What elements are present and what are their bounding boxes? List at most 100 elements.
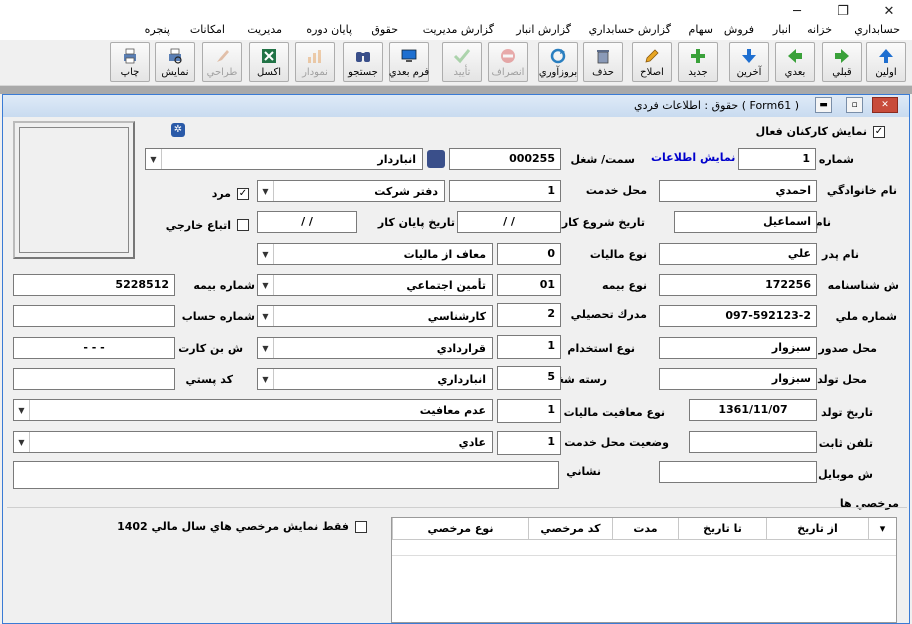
chevron-down-icon[interactable]: ▼	[258, 181, 274, 201]
issue-place-field[interactable]: سبزوار	[659, 337, 817, 359]
leaves-grid[interactable]: ▾ از تاريخ تا تاريخ مدت كد مرخصي نوع مرخ…	[391, 517, 897, 623]
account-field[interactable]	[13, 305, 175, 327]
start-date-field[interactable]: / /	[457, 211, 561, 233]
leaves-filter-checkbox[interactable]	[355, 521, 367, 533]
column-to-date[interactable]: تا تاريخ	[678, 518, 766, 540]
previous-button[interactable]: قبلي	[822, 42, 862, 82]
degree-code-field[interactable]: 2	[497, 303, 561, 327]
menu-management-reports[interactable]: گزارش مديريت	[423, 23, 494, 36]
column-leave-type[interactable]: نوع مرخصي	[392, 518, 528, 540]
menu-accounting[interactable]: حسابداري	[854, 23, 900, 36]
number-field[interactable]: 1	[738, 148, 816, 170]
edit-button[interactable]: اصلاح	[632, 42, 672, 82]
last-button[interactable]: آخرين	[729, 42, 769, 82]
column-from-date[interactable]: از تاريخ	[766, 518, 868, 540]
insurance-type-code-field[interactable]: 01	[497, 274, 561, 296]
position-code-field[interactable]: 000255	[449, 148, 561, 170]
employment-combo[interactable]: قراردادي ▼	[257, 337, 493, 359]
new-button[interactable]: جديد	[678, 42, 718, 82]
binoculars-icon[interactable]	[427, 150, 445, 168]
confirm-button[interactable]: تأييد	[442, 42, 482, 82]
voucher-field[interactable]: - - -	[13, 337, 175, 359]
foreign-checkbox[interactable]	[237, 219, 249, 231]
form-minimize-button[interactable]: ▬	[815, 97, 832, 113]
birth-place-label: محل تولد	[817, 373, 867, 386]
refresh-button[interactable]: بروزآوري	[538, 42, 578, 82]
photo-frame[interactable]	[13, 121, 135, 259]
work-status-combo[interactable]: عادي ▼	[13, 431, 493, 453]
chevron-down-icon[interactable]: ▼	[258, 244, 274, 264]
form-close-button[interactable]: ✕	[872, 97, 898, 113]
menu-management[interactable]: مديريت	[247, 23, 282, 36]
menu-shares[interactable]: سهام	[689, 23, 713, 36]
column-leave-code[interactable]: كد مرخصي	[528, 518, 612, 540]
chevron-down-icon[interactable]: ▼	[258, 306, 274, 326]
position-name-combo[interactable]: انباردار ▼	[145, 148, 423, 170]
chevron-down-icon[interactable]: ▼	[258, 369, 274, 389]
tax-exempt-combo[interactable]: عدم معافيت ▼	[13, 399, 493, 421]
show-active-checkbox[interactable]: ✓	[873, 126, 885, 138]
id-number-field[interactable]: 172256	[659, 274, 817, 296]
workplace-name-combo[interactable]: دفتر شركت ▼	[257, 180, 445, 202]
birth-date-field[interactable]: 1361/11/07	[689, 399, 817, 421]
menu-warehouse[interactable]: انبار	[773, 23, 791, 36]
last-label: آخرين	[736, 67, 762, 78]
delete-button[interactable]: حذف	[583, 42, 623, 82]
menu-window[interactable]: پنجره	[145, 23, 170, 36]
father-field[interactable]: علي	[659, 243, 817, 265]
address-field[interactable]	[13, 461, 559, 489]
form-restore-button[interactable]: ▫	[846, 97, 863, 113]
menu-sales[interactable]: فروش	[724, 23, 754, 36]
grid-menu-icon[interactable]: ▾	[868, 518, 896, 540]
name-field[interactable]: اسماعيل	[674, 211, 817, 233]
minimize-button[interactable]: ─	[774, 0, 820, 22]
print-button[interactable]: چاپ	[110, 42, 150, 82]
restore-button[interactable]: ❐	[820, 0, 866, 22]
tax-exempt-code-field[interactable]: 1	[497, 399, 561, 423]
cancel-button[interactable]: انصراف	[488, 42, 528, 82]
excel-button[interactable]: اكسل	[249, 42, 289, 82]
family-field[interactable]: احمدي	[659, 180, 817, 202]
settings-icon[interactable]: ✲	[171, 123, 185, 137]
chevron-down-icon[interactable]: ▼	[146, 149, 162, 169]
checkmark-icon	[452, 46, 472, 66]
postal-field[interactable]	[13, 368, 175, 390]
chevron-down-icon[interactable]: ▼	[258, 275, 274, 295]
menu-tools[interactable]: امكانات	[190, 23, 225, 36]
chevron-down-icon[interactable]: ▼	[14, 400, 30, 420]
tax-type-combo[interactable]: معاف از ماليات ▼	[257, 243, 493, 265]
column-duration[interactable]: مدت	[612, 518, 678, 540]
work-status-code-field[interactable]: 1	[497, 431, 561, 455]
menu-treasury[interactable]: خزانه	[807, 23, 832, 36]
job-category-code-field[interactable]: 5	[497, 366, 561, 390]
menu-warehouse-reports[interactable]: گزارش انبار	[516, 23, 571, 36]
show-info-link[interactable]: نمايش اطلاعات	[651, 151, 735, 164]
menu-accounting-reports[interactable]: گزارش حسابداري	[589, 23, 671, 36]
chart-button[interactable]: نمودار	[295, 42, 335, 82]
close-button[interactable]: ✕	[866, 0, 912, 22]
design-button[interactable]: طراحي	[202, 42, 242, 82]
menu-period-end[interactable]: پايان دوره	[306, 23, 352, 36]
degree-combo[interactable]: كارشناسي ▼	[257, 305, 493, 327]
birth-place-field[interactable]: سبزوار	[659, 368, 817, 390]
insurance-type-combo[interactable]: تأمين اجتماعي ▼	[257, 274, 493, 296]
phone-field[interactable]	[689, 431, 817, 453]
first-button[interactable]: اولين	[866, 42, 906, 82]
chevron-down-icon[interactable]: ▼	[258, 338, 274, 358]
table-row[interactable]	[392, 540, 896, 556]
workplace-code-field[interactable]: 1	[449, 180, 561, 202]
search-button[interactable]: جستجو	[343, 42, 383, 82]
tax-type-code-field[interactable]: 0	[497, 243, 561, 265]
insurance-no-field[interactable]: 5228512	[13, 274, 175, 296]
menu-payroll[interactable]: حقوق	[371, 23, 398, 36]
employment-code-field[interactable]: 1	[497, 335, 561, 359]
chevron-down-icon[interactable]: ▼	[14, 432, 30, 452]
male-checkbox[interactable]: ✓	[237, 188, 249, 200]
next-form-button[interactable]: فرم بعدي	[389, 42, 429, 82]
national-id-field[interactable]: 097-592123-2	[659, 305, 817, 327]
job-category-combo[interactable]: انبارداري ▼	[257, 368, 493, 390]
next-button[interactable]: بعدي	[775, 42, 815, 82]
mobile-field[interactable]	[659, 461, 817, 483]
end-date-field[interactable]: / /	[257, 211, 357, 233]
preview-button[interactable]: نمايش	[155, 42, 195, 82]
